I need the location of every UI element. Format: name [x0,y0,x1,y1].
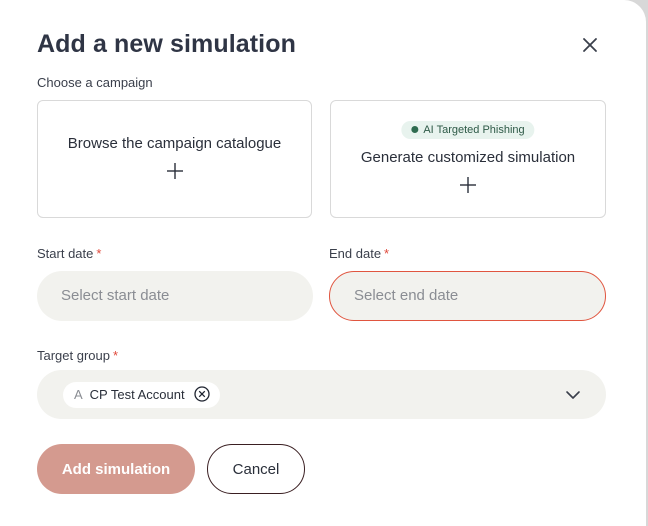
browse-catalogue-card[interactable]: Browse the campaign catalogue [37,100,312,218]
plus-icon [166,163,183,179]
target-group-label-text: Target group [37,348,110,363]
generate-simulation-title: Generate customized simulation [360,149,576,166]
end-date-label-text: End date [329,246,382,261]
end-date-label: End date * [329,246,389,261]
start-date-input[interactable]: Select start date [37,271,313,321]
start-date-label: Start date * [37,246,101,261]
campaign-label: Choose a campaign [37,75,153,90]
plus-icon [460,177,476,193]
group-account-icon: A [74,387,83,402]
badge-dot-icon [411,126,419,133]
required-marker: * [96,246,102,261]
selected-group-chip: A CP Test Account [63,382,221,408]
chevron-down-icon[interactable] [565,387,581,403]
badge-label: AI Targeted Phishing [423,124,525,136]
close-button[interactable] [578,33,602,57]
browse-catalogue-title: Browse the campaign catalogue [67,135,282,152]
add-simulation-dialog: Add a new simulation Choose a campaign B… [0,0,646,526]
end-date-input[interactable]: Select end date [329,271,606,321]
end-date-placeholder: Select end date [354,287,459,304]
dialog-title: Add a new simulation [37,30,296,58]
required-marker: * [384,246,390,261]
target-group-select[interactable]: A CP Test Account [37,370,606,419]
add-simulation-button[interactable]: Add simulation [37,444,195,494]
ai-targeted-phishing-badge: AI Targeted Phishing [401,121,535,139]
start-date-placeholder: Select start date [61,287,170,304]
required-marker: * [113,348,119,363]
cancel-button[interactable]: Cancel [207,444,305,494]
remove-chip-icon[interactable] [194,386,210,402]
generate-simulation-card[interactable]: AI Targeted Phishing Generate customized… [330,100,606,218]
close-icon [583,38,597,52]
selected-group-label: CP Test Account [89,387,185,402]
start-date-label-text: Start date [37,246,94,261]
target-group-label: Target group * [37,348,118,363]
